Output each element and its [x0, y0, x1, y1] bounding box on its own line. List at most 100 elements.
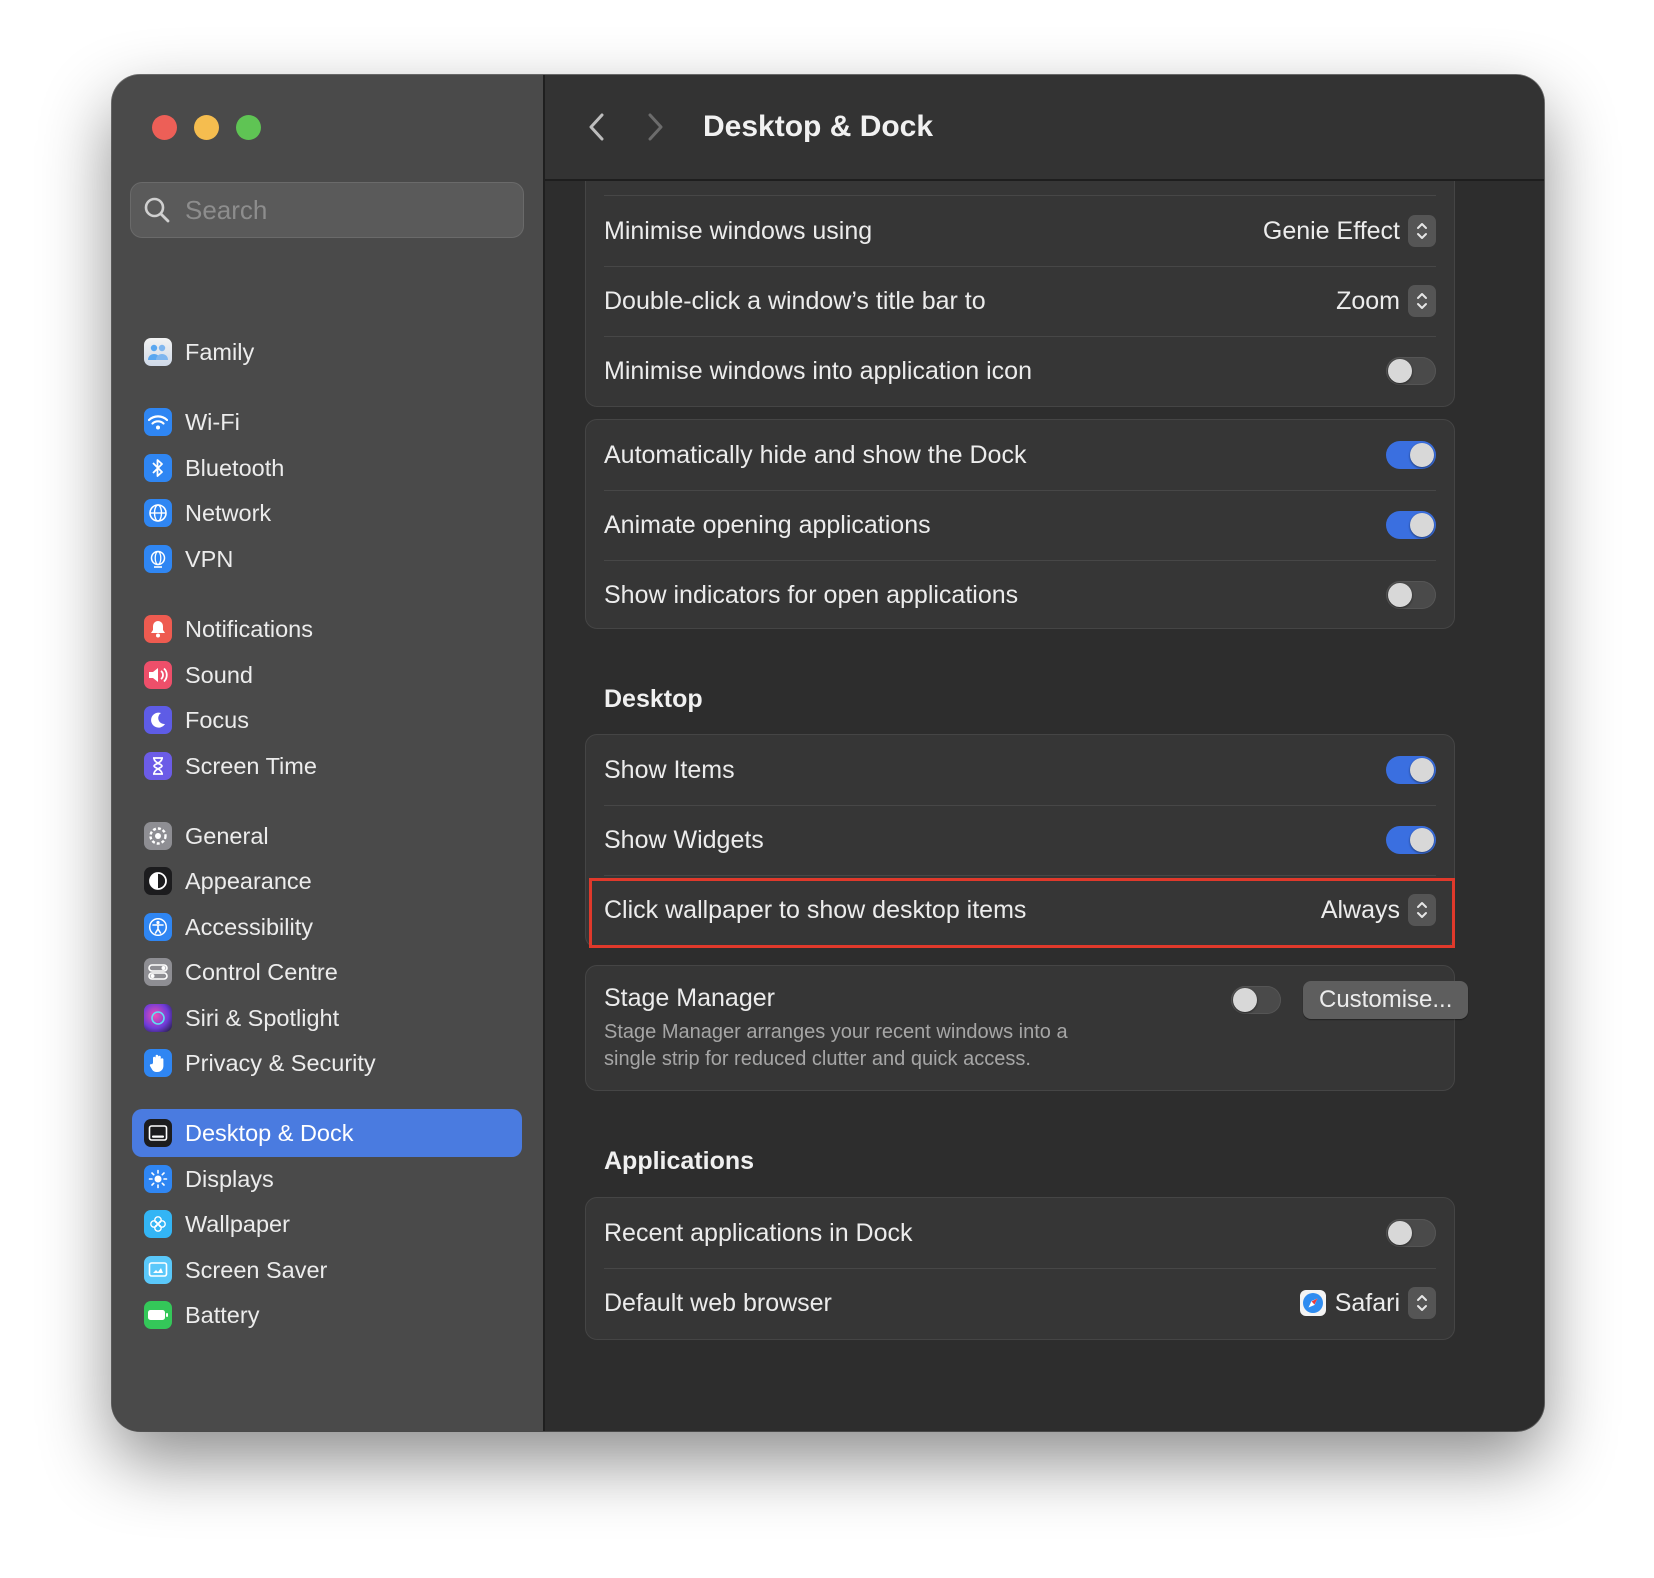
updown-chevron-icon	[1408, 894, 1436, 926]
dock-behaviour-group: Automatically hide and show the Dock Ani…	[585, 419, 1455, 629]
bluetooth-icon	[144, 454, 172, 482]
sidebar-item-label: Focus	[185, 706, 249, 733]
sidebar-item-label: Bluetooth	[185, 454, 285, 481]
double-click-popup[interactable]: Zoom	[1336, 285, 1436, 317]
stage-manager-toggle[interactable]	[1231, 986, 1281, 1014]
search-icon	[143, 195, 173, 225]
sidebar-item-battery[interactable]: Battery	[132, 1291, 522, 1339]
sidebar-item-label: Appearance	[185, 867, 312, 894]
minimize-window-button[interactable]	[194, 115, 219, 140]
minimise-using-popup[interactable]: Genie Effect	[1263, 215, 1436, 247]
sidebar-item-label: Wi-Fi	[185, 408, 240, 435]
recent-apps-label: Recent applications in Dock	[604, 1218, 913, 1247]
stage-manager-description: Stage Manager arranges your recent windo…	[604, 1019, 1068, 1073]
stage-manager-description-line: single strip for reduced clutter and qui…	[604, 1048, 1031, 1070]
auto-hide-row: Automatically hide and show the Dock	[604, 420, 1436, 491]
default-browser-row: Default web browser Safari	[604, 1268, 1436, 1338]
search-input[interactable]	[183, 193, 487, 227]
control-centre-icon	[144, 958, 172, 986]
show-widgets-toggle[interactable]	[1386, 826, 1436, 854]
customise-button[interactable]: Customise...	[1303, 981, 1469, 1019]
sidebar-item-control-centre[interactable]: Control Centre	[132, 948, 522, 996]
sidebar-item-privacy-security[interactable]: Privacy & Security	[132, 1039, 522, 1087]
sidebar-item-sound[interactable]: Sound	[132, 651, 522, 699]
close-window-button[interactable]	[152, 115, 177, 140]
sidebar-item-focus[interactable]: Focus	[132, 696, 522, 744]
sidebar-item-label: Wallpaper	[185, 1210, 290, 1237]
sidebar-item-notifications[interactable]: Notifications	[132, 605, 522, 653]
sidebar-item-label: Network	[185, 499, 272, 526]
click-wallpaper-popup[interactable]: Always	[1321, 894, 1436, 926]
stage-manager-group: Stage Manager Stage Manager arranges you…	[585, 965, 1469, 1091]
sidebar-item-label: Screen Time	[185, 752, 317, 779]
show-items-label: Show Items	[604, 755, 735, 784]
chevron-left-icon	[589, 113, 604, 141]
battery-icon	[144, 1301, 172, 1329]
back-button[interactable]	[577, 107, 617, 147]
recent-apps-row: Recent applications in Dock	[604, 1198, 1436, 1269]
default-browser-value: Safari	[1334, 1288, 1400, 1317]
settings-window: Family Wi-Fi Bluetooth Network	[112, 75, 1544, 1431]
sidebar-item-label: Siri & Spotlight	[185, 1004, 340, 1031]
sidebar-item-label: Desktop & Dock	[185, 1119, 354, 1146]
minimise-using-value: Genie Effect	[1262, 216, 1400, 245]
desktop-dock-icon	[144, 1119, 172, 1147]
applications-group: Recent applications in Dock Default web …	[585, 1197, 1455, 1340]
minimise-into-icon-label: Minimise windows into application icon	[604, 356, 1032, 385]
family-icon	[144, 338, 172, 366]
sidebar-item-displays[interactable]: Displays	[132, 1155, 522, 1203]
hourglass-icon	[144, 752, 172, 780]
zoom-window-button[interactable]	[236, 115, 261, 140]
auto-hide-label: Automatically hide and show the Dock	[604, 440, 1027, 469]
vpn-globe-icon	[144, 545, 172, 573]
sidebar-item-family[interactable]: Family	[132, 328, 522, 376]
sidebar-item-network[interactable]: Network	[132, 489, 522, 537]
accessibility-icon	[144, 913, 172, 941]
sidebar-item-label: Sound	[185, 661, 253, 688]
minimise-using-row: Minimise windows using Genie Effect	[604, 196, 1436, 267]
search-field[interactable]	[130, 182, 524, 238]
animate-toggle[interactable]	[1386, 511, 1436, 539]
desktop-section-title: Desktop	[604, 685, 703, 713]
window-controls	[152, 115, 261, 140]
sidebar-item-general[interactable]: General	[132, 812, 522, 860]
hand-icon	[144, 1049, 172, 1077]
indicators-toggle[interactable]	[1386, 581, 1436, 609]
sidebar-item-label: General	[185, 822, 269, 849]
stage-manager-description-line: Stage Manager arranges your recent windo…	[604, 1021, 1068, 1043]
sidebar-item-label: Privacy & Security	[185, 1049, 376, 1076]
sidebar-item-wallpaper[interactable]: Wallpaper	[132, 1200, 522, 1248]
sidebar-item-appearance[interactable]: Appearance	[132, 857, 522, 905]
page-title: Desktop & Dock	[703, 110, 934, 143]
sidebar-item-accessibility[interactable]: Accessibility	[132, 903, 522, 951]
appearance-icon	[144, 867, 172, 895]
siri-icon	[144, 1004, 172, 1032]
safari-icon	[1299, 1289, 1327, 1317]
sidebar-item-label: Notifications	[185, 615, 313, 642]
sidebar-item-bluetooth[interactable]: Bluetooth	[132, 444, 522, 492]
show-widgets-row: Show Widgets	[604, 805, 1436, 876]
sidebar-item-vpn[interactable]: VPN	[132, 535, 522, 583]
sidebar-item-label: Screen Saver	[185, 1256, 328, 1283]
click-wallpaper-label: Click wallpaper to show desktop items	[604, 895, 1027, 924]
sidebar-item-desktop-dock[interactable]: Desktop & Dock	[132, 1109, 522, 1157]
auto-hide-toggle[interactable]	[1386, 441, 1436, 469]
forward-button[interactable]	[635, 107, 675, 147]
sidebar-item-label: VPN	[185, 545, 234, 572]
sidebar-item-screen-saver[interactable]: Screen Saver	[132, 1246, 522, 1294]
minimise-into-icon-toggle[interactable]	[1386, 357, 1436, 385]
sidebar-item-label: Control Centre	[185, 958, 338, 985]
double-click-label: Double-click a window’s title bar to	[604, 286, 986, 315]
default-browser-popup[interactable]: Safari	[1299, 1287, 1436, 1319]
sidebar: Family Wi-Fi Bluetooth Network	[112, 75, 545, 1431]
sidebar-item-wifi[interactable]: Wi-Fi	[132, 398, 522, 446]
sidebar-item-screen-time[interactable]: Screen Time	[132, 742, 522, 790]
sidebar-item-label: Battery	[185, 1301, 260, 1328]
recent-apps-toggle[interactable]	[1386, 1219, 1436, 1247]
sidebar-item-siri-spotlight[interactable]: Siri & Spotlight	[132, 994, 522, 1042]
show-items-toggle[interactable]	[1386, 756, 1436, 784]
stage-manager-label: Stage Manager	[604, 984, 775, 1012]
screen-saver-icon	[144, 1256, 172, 1284]
animate-row: Animate opening applications	[604, 490, 1436, 561]
applications-section-title: Applications	[604, 1147, 755, 1175]
